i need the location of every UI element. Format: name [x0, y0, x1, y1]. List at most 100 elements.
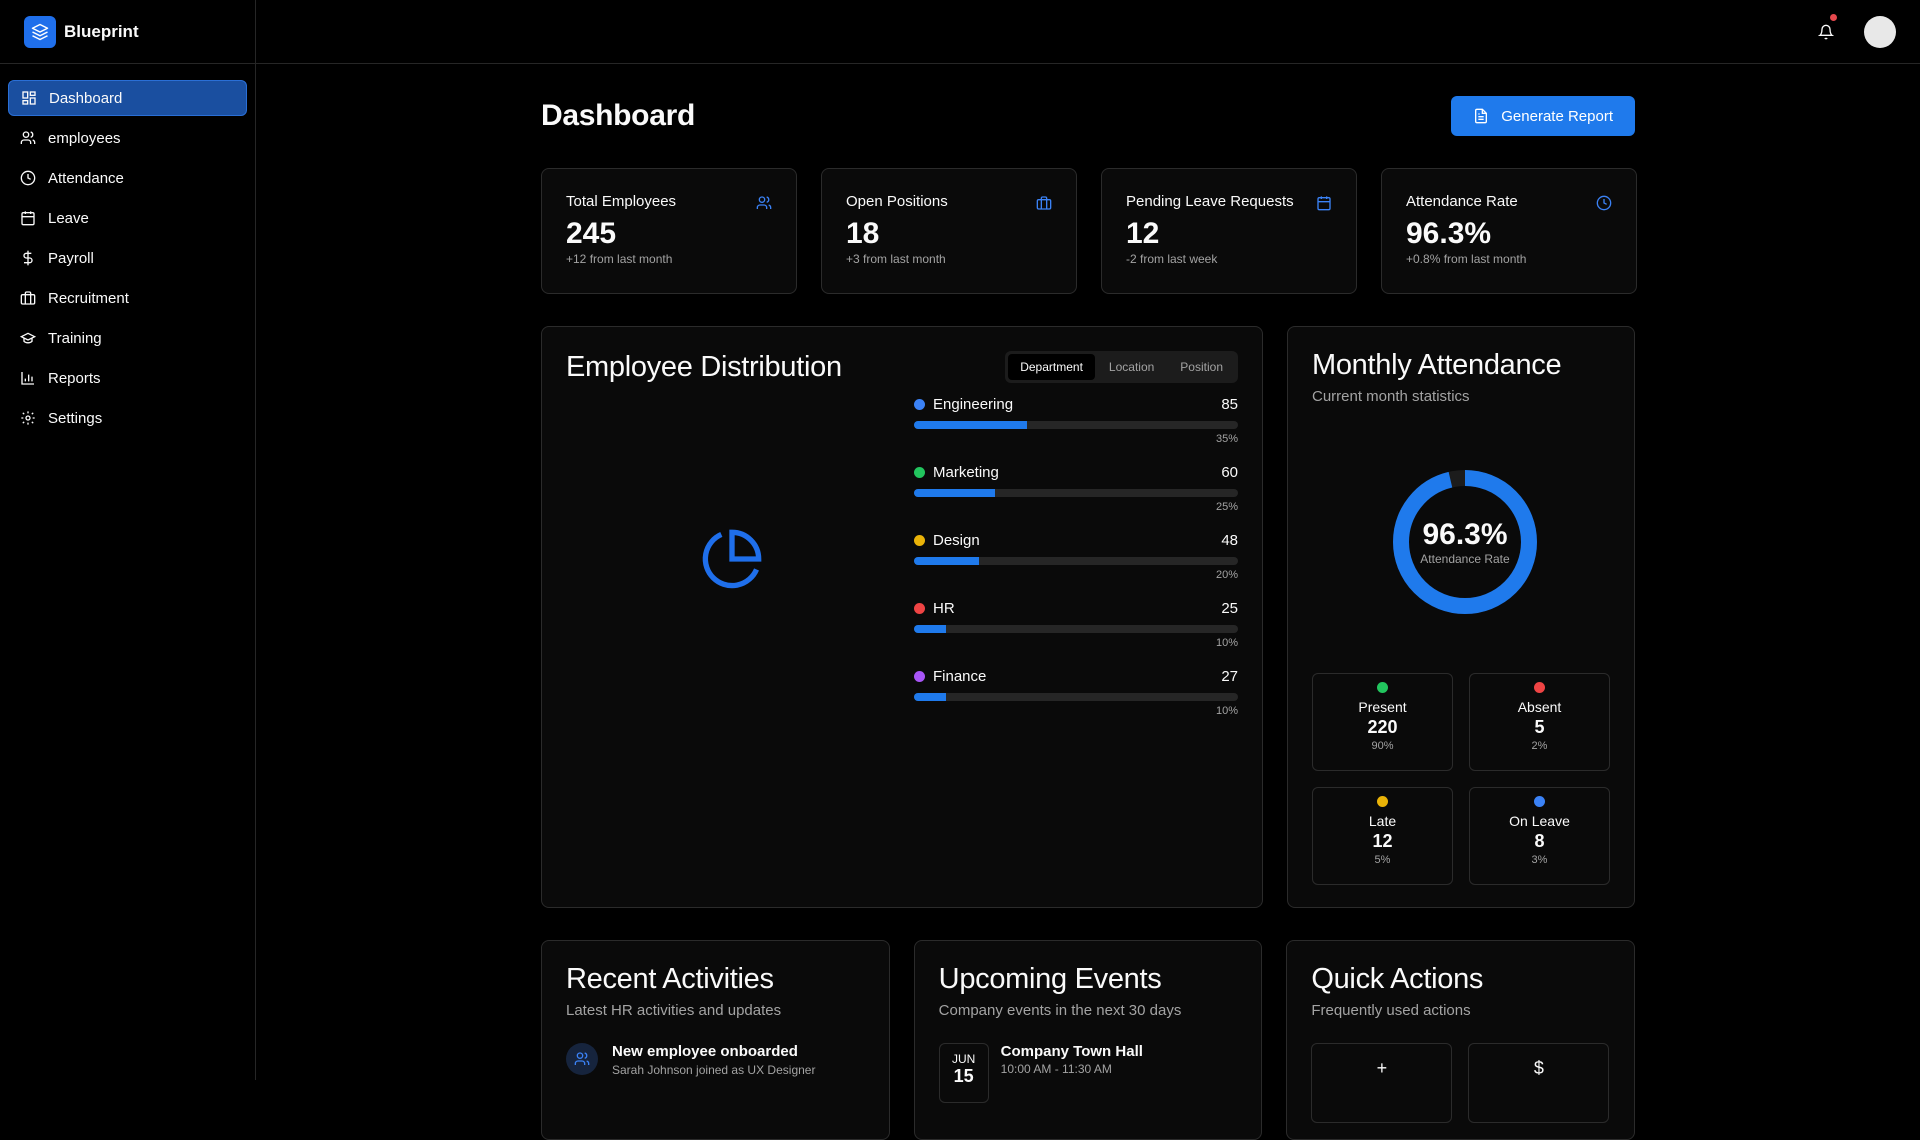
status-value: 220: [1367, 717, 1398, 737]
sidebar-item-label: Attendance: [48, 169, 124, 187]
tab-department[interactable]: Department: [1008, 354, 1095, 380]
sidebar-item-label: Recruitment: [48, 289, 129, 307]
card-title: Upcoming Events: [938, 963, 1162, 995]
sidebar-item-employees[interactable]: employees: [8, 120, 247, 156]
event-month: JUN: [952, 1052, 976, 1066]
brand[interactable]: Blueprint: [0, 0, 255, 64]
status-percent: 90%: [1371, 740, 1394, 752]
status-value: 8: [1534, 831, 1545, 851]
stat-label: Pending Leave Requests: [1126, 193, 1294, 210]
department-count: 85: [1221, 395, 1238, 413]
tab-location[interactable]: Location: [1097, 354, 1166, 380]
users-icon: [756, 196, 772, 209]
generate-report-button[interactable]: Generate Report: [1451, 96, 1635, 136]
card-title: Monthly Attendance: [1312, 349, 1562, 381]
status-value: 12: [1372, 831, 1393, 851]
sidebar-nav: Dashboard employees Attendance Leave Pay…: [0, 64, 255, 452]
department-name: HR: [933, 599, 955, 617]
activity-title: New employee onboarded: [612, 1043, 798, 1060]
progress-fill: [914, 693, 947, 701]
list-item[interactable]: JUN 15 Company Town Hall 10:00 AM - 11:3…: [938, 1043, 1238, 1103]
quick-actions-grid: + $: [1311, 1043, 1610, 1123]
stat-value: 12: [1126, 217, 1160, 250]
list-item: Finance 27 10%: [914, 667, 1238, 735]
card-subtitle: Company events in the next 30 days: [938, 1002, 1182, 1019]
stat-change: +12 from last month: [566, 252, 673, 266]
legend-dot: [914, 670, 925, 682]
stat-value: 96.3%: [1406, 217, 1492, 250]
bottom-row: Recent Activities Latest HR activities a…: [541, 940, 1636, 1140]
progress-fill: [914, 625, 947, 633]
department-percent: 20%: [1215, 569, 1238, 581]
sidebar-item-attendance[interactable]: Attendance: [8, 160, 247, 196]
department-count: 60: [1221, 463, 1238, 481]
sidebar-item-recruitment[interactable]: Recruitment: [8, 280, 247, 316]
department-name: Design: [933, 531, 980, 549]
progress-fill: [914, 489, 995, 497]
stat-card-attendance-rate: Attendance Rate 96.3% +0.8% from last mo…: [1381, 168, 1637, 294]
stat-card-pending-leave: Pending Leave Requests 12 -2 from last w…: [1101, 168, 1357, 294]
progress-bar: [914, 693, 1238, 701]
attendance-rate-label: Attendance Rate: [1420, 552, 1510, 566]
progress-bar: [914, 557, 1238, 565]
topbar: [256, 0, 1920, 64]
page-header: Dashboard Generate Report: [541, 64, 1635, 168]
attendance-breakdown: Present 220 90% Absent 5 2% Late 12 5% O…: [1312, 673, 1610, 885]
sidebar-item-label: Payroll: [48, 249, 94, 267]
card-subtitle: Current month statistics: [1312, 388, 1470, 405]
card-title: Recent Activities: [566, 963, 774, 995]
department-count: 25: [1221, 599, 1238, 617]
sidebar-item-training[interactable]: Training: [8, 320, 247, 356]
department-name: Engineering: [933, 395, 1014, 413]
legend-dot: [914, 398, 925, 410]
department-name: Finance: [933, 667, 987, 685]
clock-icon: [20, 170, 36, 186]
gear-icon: [21, 411, 35, 425]
department-count: 48: [1221, 531, 1238, 549]
sidebar-item-reports[interactable]: Reports: [8, 360, 247, 396]
clock-icon: [1596, 195, 1612, 211]
attendance-present: Present 220 90%: [1312, 673, 1453, 771]
sidebar-item-leave[interactable]: Leave: [8, 200, 247, 236]
stat-value: 245: [566, 217, 617, 250]
briefcase-icon: [20, 291, 36, 305]
sidebar-item-label: Reports: [48, 369, 101, 387]
stat-card-total-employees: Total Employees 245 +12 from last month: [541, 168, 797, 294]
notifications-button[interactable]: [1814, 14, 1838, 44]
department-percent: 25%: [1215, 501, 1238, 513]
stat-card-open-positions: Open Positions 18 +3 from last month: [821, 168, 1077, 294]
users-icon: [20, 131, 36, 144]
stat-change: -2 from last week: [1126, 252, 1218, 266]
employee-distribution-card: Employee Distribution Department Locatio…: [541, 326, 1263, 908]
bell-icon: [1818, 24, 1834, 40]
department-percent: 10%: [1215, 705, 1238, 717]
sidebar-item-label: Training: [48, 329, 102, 347]
sidebar-item-dashboard[interactable]: Dashboard: [8, 80, 247, 116]
distribution-tabs: Department Location Position: [1005, 351, 1238, 383]
stat-change: +3 from last month: [846, 252, 946, 266]
list-item: Marketing 60 25%: [914, 463, 1238, 531]
file-text-icon: [1475, 108, 1488, 124]
dollar-icon: [23, 250, 33, 266]
department-name: Marketing: [933, 463, 999, 481]
event-time: 10:00 AM - 11:30 AM: [1000, 1062, 1112, 1076]
quick-action-payroll-button[interactable]: $: [1468, 1043, 1610, 1123]
stats-row: Total Employees 245 +12 from last month …: [541, 168, 1637, 294]
attendance-absent: Absent 5 2%: [1469, 673, 1610, 771]
list-item: HR 25 10%: [914, 599, 1238, 667]
card-title: Quick Actions: [1311, 963, 1484, 995]
avatar[interactable]: [1864, 16, 1896, 48]
sidebar-item-settings[interactable]: Settings: [8, 400, 247, 436]
sidebar-item-label: Dashboard: [49, 89, 123, 107]
quick-action-add-button[interactable]: +: [1311, 1043, 1453, 1123]
event-title: Company Town Hall: [1000, 1043, 1143, 1060]
users-icon: [566, 1043, 598, 1075]
list-item[interactable]: New employee onboarded Sarah Johnson joi…: [566, 1043, 865, 1077]
notification-badge: [1830, 14, 1837, 21]
sidebar-item-payroll[interactable]: Payroll: [8, 240, 247, 276]
status-name: Present: [1358, 699, 1407, 715]
tab-position[interactable]: Position: [1168, 354, 1235, 380]
status-name: Late: [1368, 813, 1397, 829]
bar-chart-icon: [21, 372, 34, 385]
attendance-on-leave: On Leave 8 3%: [1469, 787, 1610, 885]
